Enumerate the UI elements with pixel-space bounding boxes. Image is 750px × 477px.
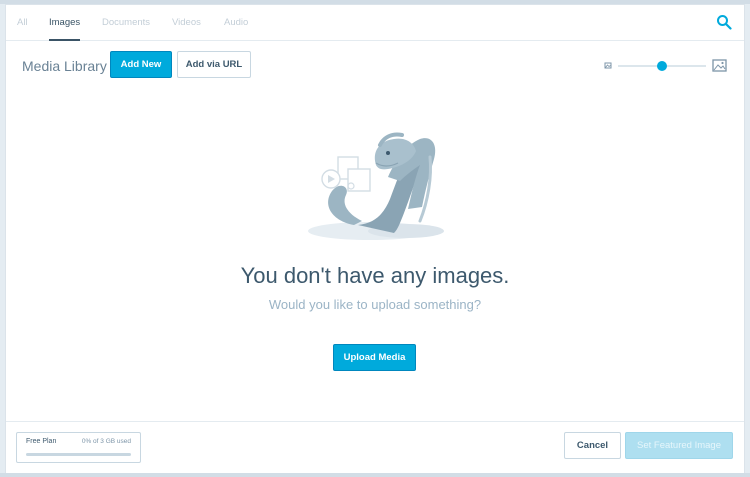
small-image-icon <box>604 62 612 69</box>
large-image-icon <box>712 59 727 72</box>
modal-footer: Free Plan 0% of 3 GB used Cancel Set Fea… <box>6 421 744 473</box>
tab-all[interactable]: All <box>17 16 28 41</box>
tab-images[interactable]: Images <box>49 16 81 41</box>
empty-state-subtitle: Would you like to upload something? <box>268 297 482 312</box>
tab-documents[interactable]: Documents <box>102 16 150 41</box>
add-via-url-button[interactable]: Add via URL <box>177 51 251 78</box>
thumbnail-size-slider[interactable] <box>604 57 728 75</box>
plan-storage-box[interactable]: Free Plan 0% of 3 GB used <box>16 432 141 463</box>
media-modal: All Images Documents Videos Audio Media … <box>5 4 745 474</box>
storage-usage-bar <box>26 453 131 456</box>
storage-usage-text: 0% of 3 GB used <box>81 438 131 445</box>
cancel-button[interactable]: Cancel <box>564 432 621 459</box>
tab-audio[interactable]: Audio <box>224 16 248 41</box>
add-new-button[interactable]: Add New <box>110 51 172 78</box>
tab-videos[interactable]: Videos <box>172 16 201 41</box>
empty-state-title: You don't have any images. <box>240 263 510 288</box>
slider-thumb[interactable] <box>657 61 667 71</box>
search-icon[interactable] <box>716 14 732 30</box>
page-title: Media Library <box>22 58 107 74</box>
sea-monster-illustration <box>308 132 444 240</box>
media-tab-bar: All Images Documents Videos Audio <box>6 5 744 41</box>
plan-label: Free Plan <box>26 438 57 445</box>
set-featured-image-button[interactable]: Set Featured Image <box>625 432 733 459</box>
backdrop-bottom <box>0 473 750 477</box>
upload-media-button[interactable]: Upload Media <box>333 344 416 371</box>
